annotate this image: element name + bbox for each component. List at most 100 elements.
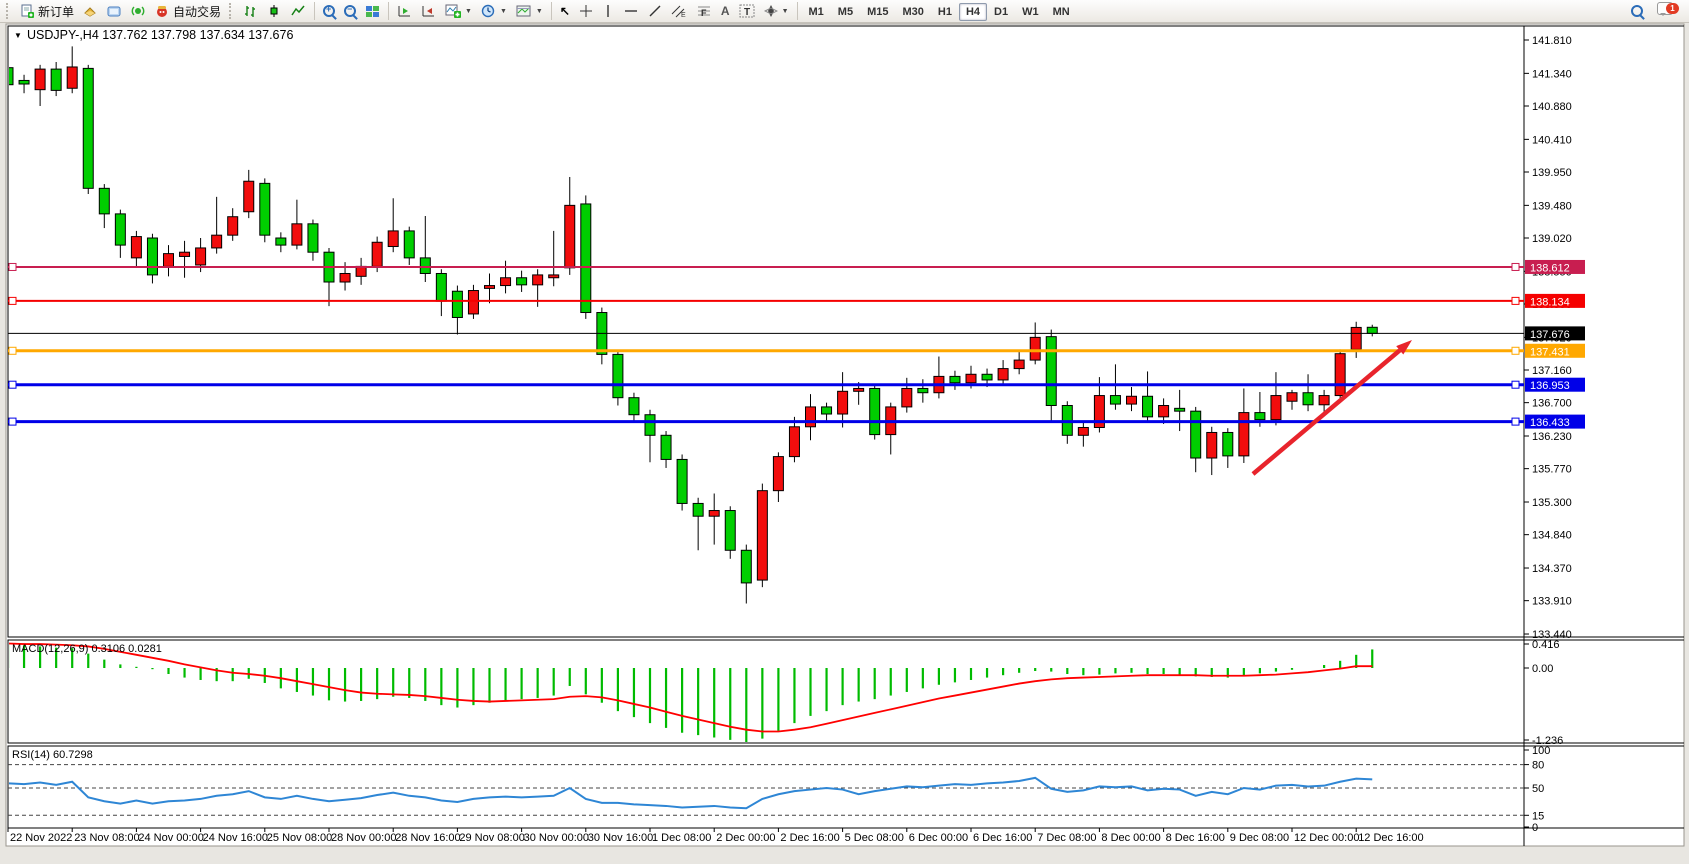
price-axis-tick: 139.020 — [1532, 233, 1572, 245]
price-tag-label: 136.433 — [1530, 417, 1570, 429]
price-axis-tick: 140.410 — [1532, 134, 1572, 146]
autotrade-icon — [155, 4, 170, 18]
time-axis-label: 6 Dec 00:00 — [909, 832, 968, 844]
templates-icon — [516, 4, 532, 18]
rsi-label: RSI(14) 60.7298 — [12, 749, 93, 761]
tile-windows-button[interactable] — [361, 0, 384, 22]
new-order-button[interactable]: 新订单 — [16, 0, 78, 22]
line-handle[interactable] — [9, 381, 16, 388]
signals-button[interactable] — [127, 0, 150, 22]
signals-icon — [131, 4, 146, 18]
time-axis-label: 7 Dec 08:00 — [1037, 832, 1096, 844]
time-axis-label: 5 Dec 08:00 — [845, 832, 904, 844]
dropdown-arrow-icon: ▼ — [500, 8, 507, 15]
toolbar-grip[interactable] — [6, 3, 12, 19]
chart-forward-icon — [397, 5, 412, 18]
shapes-tool-button[interactable]: ▼ — [760, 0, 793, 22]
line-handle[interactable] — [9, 263, 16, 270]
vline-tool-button[interactable] — [598, 0, 618, 22]
time-axis-label: 8 Dec 00:00 — [1101, 832, 1160, 844]
templates-button[interactable]: ▼ — [512, 0, 547, 22]
price-tag-label: 136.953 — [1530, 380, 1570, 392]
timeframe-button-w1[interactable]: W1 — [1015, 3, 1046, 21]
price-axis-tick: 133.910 — [1532, 596, 1572, 608]
time-axis-label: 12 Dec 16:00 — [1358, 832, 1423, 844]
time-axis-label: 6 Dec 16:00 — [973, 832, 1032, 844]
chart-window: 141.810141.340140.880140.410139.950139.4… — [0, 0, 1689, 859]
cursor-tool-button[interactable]: ↖ — [556, 0, 574, 22]
text-tool-button[interactable]: A — [717, 0, 734, 22]
bar-chart-button[interactable] — [239, 0, 262, 22]
price-tag-label: 137.676 — [1530, 329, 1570, 341]
chart-forward-button[interactable] — [393, 0, 416, 22]
timeframe-button-h1[interactable]: H1 — [931, 3, 959, 21]
toolbar-grip[interactable] — [229, 3, 235, 19]
timeframe-button-m15[interactable]: M15 — [860, 3, 895, 21]
notifications-button[interactable]: 1 — [1657, 2, 1683, 20]
market-watch-button[interactable] — [79, 0, 102, 22]
fibonacci-tool-button[interactable]: F — [692, 0, 716, 22]
time-axis-label: 2 Dec 00:00 — [716, 832, 775, 844]
candlestick-chart-button[interactable] — [263, 0, 286, 22]
time-axis-label: 2 Dec 16:00 — [780, 832, 839, 844]
channel-icon: E — [671, 4, 687, 18]
channel-tool-button[interactable]: E — [667, 0, 691, 22]
rsi-axis-label: 80 — [1532, 760, 1544, 772]
indicators-button[interactable]: ▼ — [441, 0, 476, 22]
line-chart-button[interactable] — [287, 0, 310, 22]
time-axis-label: 22 Nov 2022 — [10, 832, 72, 844]
timeframe-button-m1[interactable]: M1 — [802, 3, 831, 21]
price-axis-tick: 135.770 — [1532, 464, 1572, 476]
price-axis-tick: 136.700 — [1532, 398, 1572, 410]
timeframe-button-m30[interactable]: M30 — [895, 3, 930, 21]
svg-text:F: F — [701, 8, 707, 18]
navigator-button[interactable] — [103, 0, 126, 22]
zoom-out-button[interactable]: − — [340, 0, 360, 22]
timeframe-button-mn[interactable]: MN — [1046, 3, 1077, 21]
hline-tool-button[interactable] — [619, 0, 643, 22]
time-axis-label: 24 Nov 16:00 — [203, 832, 268, 844]
new-order-label: 新订单 — [38, 3, 74, 20]
text-label-tool-button[interactable]: T — [735, 0, 759, 22]
periods-button[interactable]: ▼ — [477, 0, 511, 22]
timeframe-button-m5[interactable]: M5 — [831, 3, 860, 21]
chart-shift-icon — [421, 5, 436, 18]
line-handle[interactable] — [1512, 381, 1519, 388]
timeframe-button-h4[interactable]: H4 — [959, 3, 987, 21]
candle — [260, 178, 270, 242]
line-handle[interactable] — [9, 297, 16, 304]
trendline-icon — [648, 4, 662, 18]
svg-text:E: E — [681, 12, 686, 18]
svg-text:T: T — [744, 7, 750, 18]
autotrade-button[interactable]: 自动交易 — [151, 0, 225, 22]
dropdown-arrow-icon: ▼ — [536, 8, 543, 15]
line-handle[interactable] — [1512, 347, 1519, 354]
market-watch-icon — [83, 5, 98, 18]
symbol-ohlc-title: USDJPY-,H4 137.762 137.798 137.634 137.6… — [27, 28, 293, 42]
line-handle[interactable] — [1512, 297, 1519, 304]
chart-title: ▼USDJPY-,H4 137.762 137.798 137.634 137.… — [14, 28, 293, 42]
search-button[interactable] — [1627, 0, 1647, 22]
line-handle[interactable] — [1512, 418, 1519, 425]
chart-shift-button[interactable] — [417, 0, 440, 22]
macd-panel — [8, 640, 1524, 743]
timeframe-button-d1[interactable]: D1 — [987, 3, 1015, 21]
toolbar-separator — [797, 2, 798, 20]
chart-canvas: 141.810141.340140.880140.410139.950139.4… — [0, 0, 1689, 859]
main-toolbar: 新订单 自动交易 + − ▼ ▼ ▼ — [0, 0, 1689, 23]
vertical-line-icon — [602, 4, 614, 18]
price-tag-label: 138.612 — [1530, 262, 1570, 274]
time-axis-label: 29 Nov 08:00 — [459, 832, 524, 844]
time-axis-label: 28 Nov 00:00 — [331, 832, 396, 844]
rsi-axis-label: 100 — [1532, 745, 1550, 757]
trendline-tool-button[interactable] — [644, 0, 666, 22]
line-handle[interactable] — [9, 418, 16, 425]
line-handle[interactable] — [1512, 263, 1519, 270]
line-handle[interactable] — [9, 347, 16, 354]
time-axis-label: 1 Dec 08:00 — [652, 832, 711, 844]
zoom-in-button[interactable]: + — [319, 0, 339, 22]
price-axis-tick: 140.880 — [1532, 101, 1572, 113]
clock-icon — [481, 4, 496, 18]
crosshair-tool-button[interactable] — [575, 0, 597, 22]
toolbar-separator — [388, 2, 389, 20]
